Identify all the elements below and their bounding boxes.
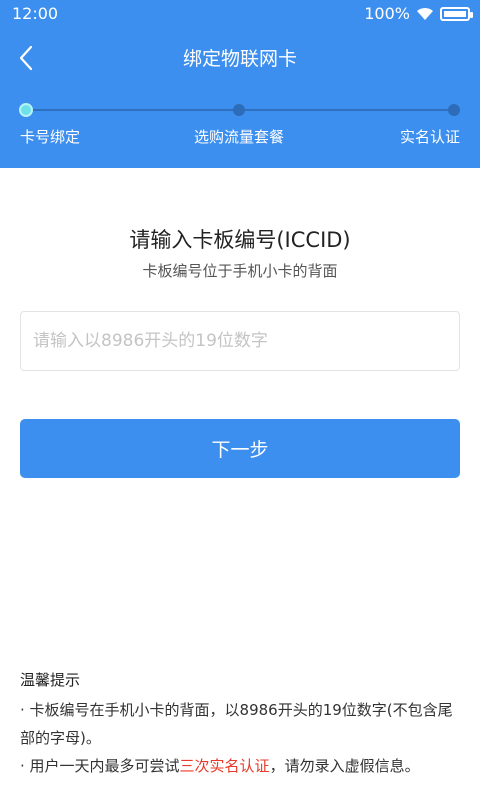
battery-percent: 100% (364, 4, 410, 23)
iccid-input[interactable] (21, 312, 459, 370)
tip2-highlight: 三次实名认证 (179, 757, 270, 775)
tip2-prefix: · 用户一天内最多可尝试 (20, 757, 180, 775)
status-time: 12:00 (12, 4, 59, 23)
tip-line-1: · 卡板编号在手机小卡的背面，以8986开头的19位数字(不包含尾部的字母)。 (20, 701, 453, 747)
step-label-bind-card: 卡号绑定 (20, 128, 81, 146)
step-label-buy-plan: 选购流量套餐 (194, 128, 285, 146)
status-bar: 12:00 100% (0, 0, 480, 28)
tip-line-2: · 用户一天内最多可尝试三次实名认证，请勿录入虚假信息。 (20, 752, 465, 780)
step-dot-2 (233, 104, 245, 116)
step-dot-3 (448, 104, 460, 116)
status-right: 100% (364, 4, 473, 23)
page-title: 绑定物联网卡 (182, 48, 297, 70)
iccid-field (20, 311, 460, 371)
battery-icon (440, 6, 473, 21)
tip2-suffix: ，请勿录入虚假信息。 (269, 757, 420, 775)
nav-bar: 绑定物联网卡 (0, 28, 480, 88)
step-dot-1 (19, 103, 33, 117)
form-title: 请输入卡板编号(ICCID) (129, 228, 351, 252)
wifi-icon (417, 7, 433, 20)
tips-section: 温馨提示 · 卡板编号在手机小卡的背面，以8986开头的19位数字(不包含尾部的… (20, 666, 465, 780)
step-label-real-name: 实名认证 (399, 128, 460, 146)
form-subtitle: 卡板编号位于手机小卡的背面 (142, 262, 338, 280)
header: 12:00 100% 绑定物联网卡 卡号绑定 选购流量套餐 实名认证 (0, 0, 480, 168)
tips-title: 温馨提示 (20, 671, 81, 689)
next-button[interactable]: 下一步 (20, 419, 460, 478)
